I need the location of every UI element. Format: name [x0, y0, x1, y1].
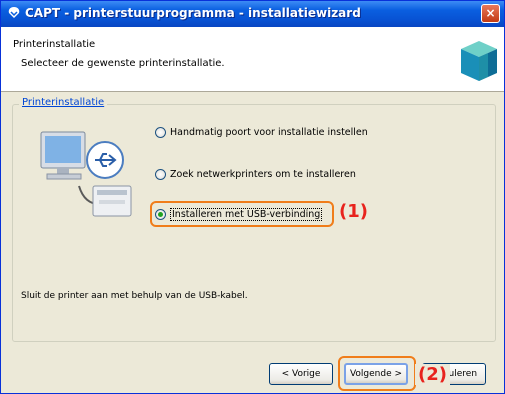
header-title: Printerinstallatie [13, 39, 96, 50]
manual-port-label[interactable]: Handmatig poort voor installatie instell… [170, 127, 368, 138]
app-icon [8, 7, 20, 18]
header-subtitle: Selecteer de gewenste printerinstallatie… [21, 58, 225, 69]
option-manual-port[interactable]: Handmatig poort voor installatie instell… [155, 124, 368, 140]
highlight-usb-option [150, 201, 334, 227]
window-title: CAPT - printerstuurprogramma - installat… [25, 6, 361, 20]
close-button[interactable]: × [481, 4, 500, 23]
usb-hint-text: Sluit de printer aan met behulp van de U… [21, 291, 248, 301]
wizard-window: CAPT - printerstuurprogramma - installat… [0, 0, 505, 394]
option-network-search[interactable]: Zoek netwerkprinters om te installeren [155, 166, 356, 182]
title-bar[interactable]: CAPT - printerstuurprogramma - installat… [1, 1, 504, 27]
group-label: Printerinstallatie [19, 97, 108, 108]
wizard-header: Printerinstallatie Selecteer de gewenste… [1, 27, 504, 92]
callout-1: (1) [339, 201, 368, 222]
computer-usb-printer-icon [40, 131, 132, 217]
network-search-label[interactable]: Zoek netwerkprinters om te installeren [170, 169, 356, 180]
network-search-radio[interactable] [155, 168, 166, 180]
callout-2: (2) [415, 364, 450, 385]
printer-cube-icon [461, 41, 497, 81]
manual-port-radio[interactable] [155, 126, 166, 138]
back-button[interactable]: < Vorige [269, 363, 333, 385]
close-icon: × [485, 6, 496, 20]
highlight-next-button [338, 356, 416, 391]
